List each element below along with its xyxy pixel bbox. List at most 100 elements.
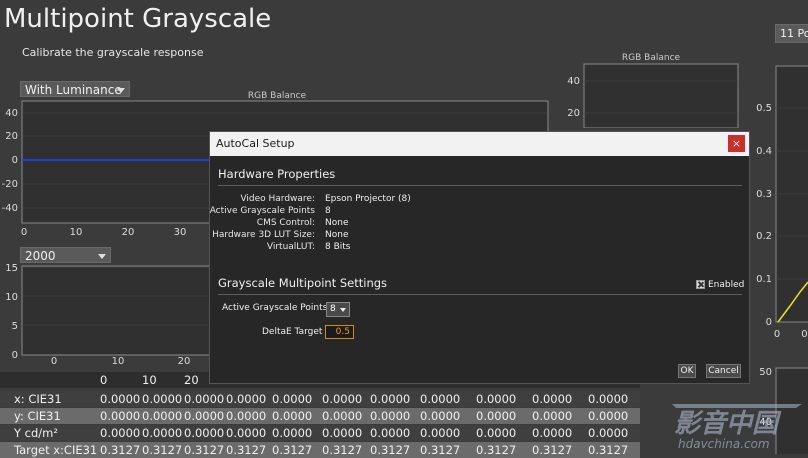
plot-frame [583,63,739,128]
row-label: x: CIE31 [14,392,62,406]
section-divider [218,185,742,186]
chevron-down-icon [340,308,346,312]
hardware-section-title: Hardware Properties [218,167,336,181]
table-cell: 0.0000 [420,409,461,423]
y-tick: 5 [12,321,18,332]
chart-title: RGB Balance [622,53,681,63]
table-cell: 0.0000 [272,426,313,440]
table-row: Target x:CIE31 0.3127 0.3127 0.3127 0.3127 0.… [0,442,640,458]
y-tick: 20 [567,108,580,119]
table-cell: 0.0000 [370,409,411,423]
enabled-label: Enabled [708,280,745,290]
chart-title: RGB Balance [248,91,307,101]
y-tick: 20 [5,131,18,142]
table-cell: 0.0000 [370,392,411,406]
table-cell: 0.0000 [370,426,411,440]
table-cell: 0.0000 [588,392,629,406]
property-key: VirtualLUT: [266,242,315,252]
table-cell: 0.0000 [322,392,363,406]
rgb-balance-chart-right: RGB Balance 40 20 [567,53,739,128]
active-points-label: Active Grayscale Points [222,303,328,313]
property-value: None [325,230,349,240]
deltae-label: DeltaE Target [262,327,323,337]
table-cell: 0.3127 [322,443,363,457]
enabled-checkbox[interactable] [696,280,705,289]
y-tick: 40 [567,76,580,87]
table-cell: 0.3127 [420,443,461,457]
autocal-setup-dialog: AutoCal Setup × Hardware Properties Vide… [209,131,750,384]
y-tick: 0.1 [756,274,772,285]
y-tick: 40 [5,108,18,119]
table-cell: 0.3127 [476,443,517,457]
table-cell: 0.0000 [322,409,363,423]
multipoint-section-title: Grayscale Multipoint Settings [218,276,388,290]
y-tick: 0.5 [756,103,772,114]
section-divider [218,294,742,295]
table-cell: 0.3127 [272,443,313,457]
table-cell: 0.0000 [588,409,629,423]
x-tick: 10 [112,356,125,367]
cancel-button[interactable]: Cancel [706,364,741,378]
y-tick: 0 [766,317,772,328]
y-tick: 0.3 [756,189,772,200]
plot-frame [21,265,215,356]
table-cell: 0.0000 [476,392,517,406]
page-subtitle: Calibrate the grayscale response [22,46,204,59]
table-cell: 0.0000 [226,426,267,440]
row-label: y: CIE31 [14,409,61,423]
deltae-input[interactable]: 0.5 [325,325,354,339]
table-cell: 0.0000 [476,409,517,423]
x-tick: 30 [174,227,187,238]
x-tick: 0 [21,227,27,238]
table-row: Y cd/m² 0.0000 0.0000 0.0000 0.0000 0.0000 0.0… [0,425,640,441]
watermark-url: hdavchina.com [678,437,770,451]
x-tick: 0. [801,329,808,340]
table-cell: 0.3127 [226,443,267,457]
close-button[interactable]: × [728,135,745,152]
x-tick: 20 [178,356,191,367]
y-tick: 0.2 [756,231,772,242]
row-label: Y cd/m² [14,426,58,440]
table-cell: 0.0000 [420,426,461,440]
y-tick: -40 [2,203,18,214]
y-tick: 0 [12,350,18,361]
x-tick: 10 [70,227,83,238]
y-tick: 15 [5,263,18,274]
table-cell: 0.0000 [420,392,461,406]
property-value: None [325,218,349,228]
active-points-dropdown[interactable]: 8 [326,302,350,317]
dialog-titlebar[interactable]: AutoCal Setup × [210,132,749,156]
y-tick: 10 [5,292,18,303]
row-label: Target x:CIE31 [14,443,98,457]
table-cell: 0.3127 [532,443,573,457]
property-key: CMS Control: [256,218,315,228]
watermark-brand: 影音中国 [674,409,782,439]
table-row: x: CIE31 0.0000 0.0000 0.0000 0.0000 0.0000 0.… [0,391,640,407]
table-cell: 0.0000 [476,426,517,440]
hdavchina-logo: 影音中国 hdavchina.com [672,404,802,451]
table-row: y: CIE31 0.0000 0.0000 0.0000 0.0000 0.0000 0.… [0,408,640,424]
y-tick: 0.4 [756,146,772,157]
property-value: Epson Projector (8) [325,194,411,204]
table-cell: 0.0000 [322,426,363,440]
property-value: 8 Bits [325,242,351,252]
luminance-chart: 15 10 5 0 0 10 20 [5,263,215,367]
y-tick: 0 [12,155,18,166]
dialog-title: AutoCal Setup [216,137,295,150]
table-cell: 0.0000 [532,409,573,423]
table-cell: 0.3127 [588,443,629,457]
y-tick: -20 [2,179,18,190]
table-cell: 0.0000 [532,426,573,440]
x-tick: 0 [774,329,780,340]
table-cell: 0.0000 [272,392,313,406]
points-tab[interactable]: 11 Po [775,24,808,43]
ok-button[interactable]: OK [678,364,696,378]
x-tick: 20 [122,227,135,238]
property-key: Video Hardware: [240,194,315,204]
x-tick: 0 [51,356,57,367]
table-cell: 0.0000 [272,409,313,423]
table-cell: 0.0000 [588,426,629,440]
close-icon: × [731,137,742,150]
property-key: Active Grayscale Points [209,206,315,216]
active-points-value: 8 [330,304,336,314]
